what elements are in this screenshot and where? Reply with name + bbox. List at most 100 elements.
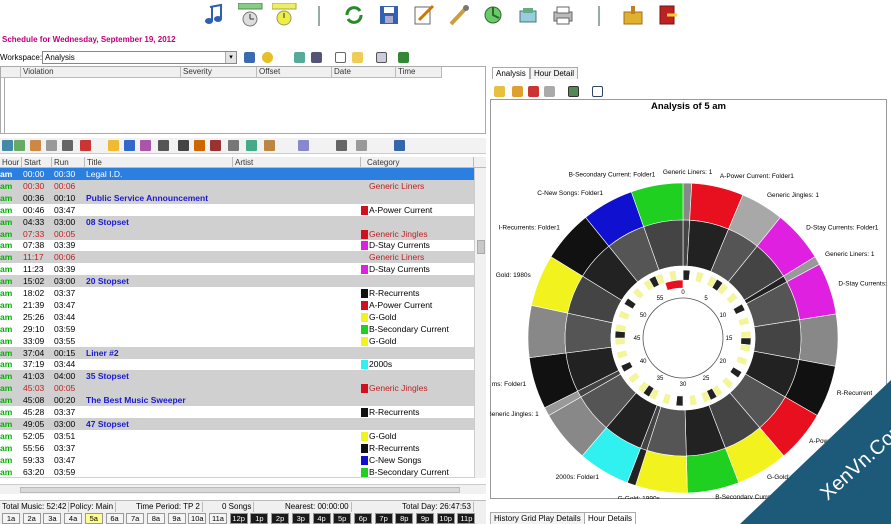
- table-row[interactable]: am 52:05 03:51 G-Gold: [0, 430, 474, 442]
- table-row[interactable]: am 07:38 03:39 D-Stay Currents: [0, 239, 474, 251]
- col-violation[interactable]: Violation: [21, 67, 181, 78]
- hour-button[interactable]: 7p: [374, 513, 393, 524]
- hour-button[interactable]: 10p: [436, 513, 455, 524]
- hour-button[interactable]: 2a: [22, 513, 41, 524]
- log-tool-icon[interactable]: [356, 140, 367, 151]
- col-run[interactable]: Run: [52, 157, 85, 168]
- table-row[interactable]: am 59:33 03:47 C-New Songs: [0, 454, 474, 466]
- table-row[interactable]: am 45:28 03:37 R-Recurrents: [0, 406, 474, 418]
- hour-button[interactable]: 1a: [2, 513, 20, 524]
- folder-icon[interactable]: [512, 86, 523, 97]
- music-note-icon[interactable]: [203, 3, 225, 27]
- scroll-thumb[interactable]: [20, 487, 460, 493]
- table-row[interactable]: am Legal I.D.: [0, 477, 474, 478]
- copy-icon[interactable]: [376, 52, 387, 63]
- scroll-thumb[interactable]: [477, 240, 485, 254]
- table-row[interactable]: am 33:09 03:55 G-Gold: [0, 335, 474, 347]
- open-icon[interactable]: [494, 86, 505, 97]
- log-tool-icon[interactable]: [30, 140, 41, 151]
- table-row[interactable]: am 18:02 03:37 R-Recurrents: [0, 287, 474, 299]
- hour-button[interactable]: 9a: [167, 513, 186, 524]
- log-tool-icon[interactable]: [14, 140, 25, 151]
- log-tool-icon[interactable]: [394, 140, 405, 151]
- log-tool-icon[interactable]: [210, 140, 221, 151]
- log-tool-icon[interactable]: [336, 140, 347, 151]
- hour-button[interactable]: 10a: [188, 513, 207, 524]
- hour-button[interactable]: 9p: [416, 513, 434, 524]
- table-row[interactable]: am 45:08 00:20 The Best Music Sweeper: [0, 394, 474, 407]
- table-row[interactable]: am 07:33 00:05 Generic Jingles: [0, 227, 474, 240]
- col-category[interactable]: Category: [365, 157, 474, 168]
- hour-button[interactable]: 4a: [64, 513, 83, 524]
- clock-icon[interactable]: [238, 3, 264, 27]
- log-tool-icon[interactable]: [46, 140, 57, 151]
- grid-icon[interactable]: [335, 52, 346, 63]
- folder-key-icon[interactable]: [622, 3, 644, 27]
- log-tool-icon[interactable]: [108, 140, 119, 151]
- col-title[interactable]: Title: [85, 157, 233, 168]
- hour-button[interactable]: 5p: [333, 513, 352, 524]
- log-tool-icon[interactable]: [228, 140, 239, 151]
- log-tool-icon[interactable]: [158, 140, 169, 151]
- table-row[interactable]: am 55:56 03:37 R-Recurrents: [0, 442, 474, 454]
- hour-button[interactable]: 8a: [146, 513, 165, 524]
- col-offset[interactable]: Offset: [257, 67, 332, 78]
- hour-button[interactable]: 6a: [105, 513, 124, 524]
- clock2-icon[interactable]: [272, 3, 298, 27]
- table-row[interactable]: am 00:36 00:10 Public Service Announcement: [0, 191, 474, 204]
- log-tool-icon[interactable]: [124, 140, 135, 151]
- hour-button[interactable]: 12p: [229, 513, 248, 524]
- log-tool-icon[interactable]: [140, 140, 151, 151]
- star-icon[interactable]: [262, 52, 273, 63]
- hour-button[interactable]: 4p: [312, 513, 331, 524]
- exit-icon[interactable]: [657, 3, 679, 27]
- table-row[interactable]: am 00:00 00:30 Legal I.D.: [0, 168, 474, 180]
- hour-button[interactable]: 2p: [271, 513, 290, 524]
- tab-hour-detail[interactable]: Hour Detail: [530, 67, 579, 79]
- pin-icon[interactable]: [244, 52, 255, 63]
- tools-icon[interactable]: [448, 3, 470, 27]
- table-row[interactable]: am 11:17 00:06 Generic Liners: [0, 251, 474, 264]
- chevron-down-icon[interactable]: ▾: [225, 52, 236, 63]
- hour-button[interactable]: 5a: [84, 513, 103, 524]
- table-row[interactable]: am 45:03 00:05 Generic Jingles: [0, 382, 474, 395]
- table-row[interactable]: am 41:03 04:00 35 Stopset: [0, 370, 474, 383]
- table-row[interactable]: am 37:19 03:44 2000s: [0, 358, 474, 370]
- tab-hour-details[interactable]: Hour Details: [584, 512, 637, 524]
- log-tool-icon[interactable]: [62, 140, 73, 151]
- hour-button[interactable]: 8p: [395, 513, 414, 524]
- table-row[interactable]: am 49:05 03:00 47 Stopset: [0, 417, 474, 430]
- refresh-icon[interactable]: [343, 3, 365, 27]
- tab-history-grid[interactable]: History Grid Play Details: [490, 512, 585, 524]
- grid-view-icon[interactable]: [568, 86, 579, 97]
- cube-icon[interactable]: [294, 52, 305, 63]
- col-artist[interactable]: Artist: [233, 157, 361, 168]
- col-start[interactable]: Start: [22, 157, 52, 168]
- globe-icon[interactable]: [482, 3, 504, 27]
- hour-button[interactable]: 1p: [250, 513, 269, 524]
- print-icon[interactable]: [552, 3, 574, 27]
- table-row[interactable]: am 37:04 00:15 Liner #2: [0, 346, 474, 359]
- table-row[interactable]: am 21:39 03:47 A-Power Current: [0, 299, 474, 311]
- workspace-select[interactable]: Analysis ▾: [42, 51, 237, 64]
- hour-button[interactable]: 3a: [43, 513, 62, 524]
- table-row[interactable]: am 11:23 03:39 D-Stay Currents: [0, 263, 474, 275]
- log-tool-icon[interactable]: [2, 140, 13, 151]
- log-tool-icon[interactable]: [178, 140, 189, 151]
- hour-button[interactable]: 7a: [126, 513, 145, 524]
- log-tool-icon[interactable]: [80, 140, 91, 151]
- log-tool-icon[interactable]: [194, 140, 205, 151]
- undo-icon[interactable]: [592, 86, 603, 97]
- col-hour[interactable]: Hour: [0, 157, 22, 168]
- table-row[interactable]: am 29:10 03:59 B-Secondary Current: [0, 323, 474, 335]
- table-row[interactable]: am 00:30 00:06 Generic Liners: [0, 179, 474, 192]
- hour-button[interactable]: 6p: [353, 513, 372, 524]
- table-row[interactable]: am 63:20 03:59 B-Secondary Current: [0, 466, 474, 478]
- col-severity[interactable]: Severity: [181, 67, 257, 78]
- note-icon[interactable]: [352, 52, 363, 63]
- box-icon[interactable]: [517, 3, 539, 27]
- log-tool-icon[interactable]: [298, 140, 309, 151]
- table-row[interactable]: am 25:26 03:44 G-Gold: [0, 311, 474, 323]
- export-icon[interactable]: [398, 52, 409, 63]
- settings-icon[interactable]: [544, 86, 555, 97]
